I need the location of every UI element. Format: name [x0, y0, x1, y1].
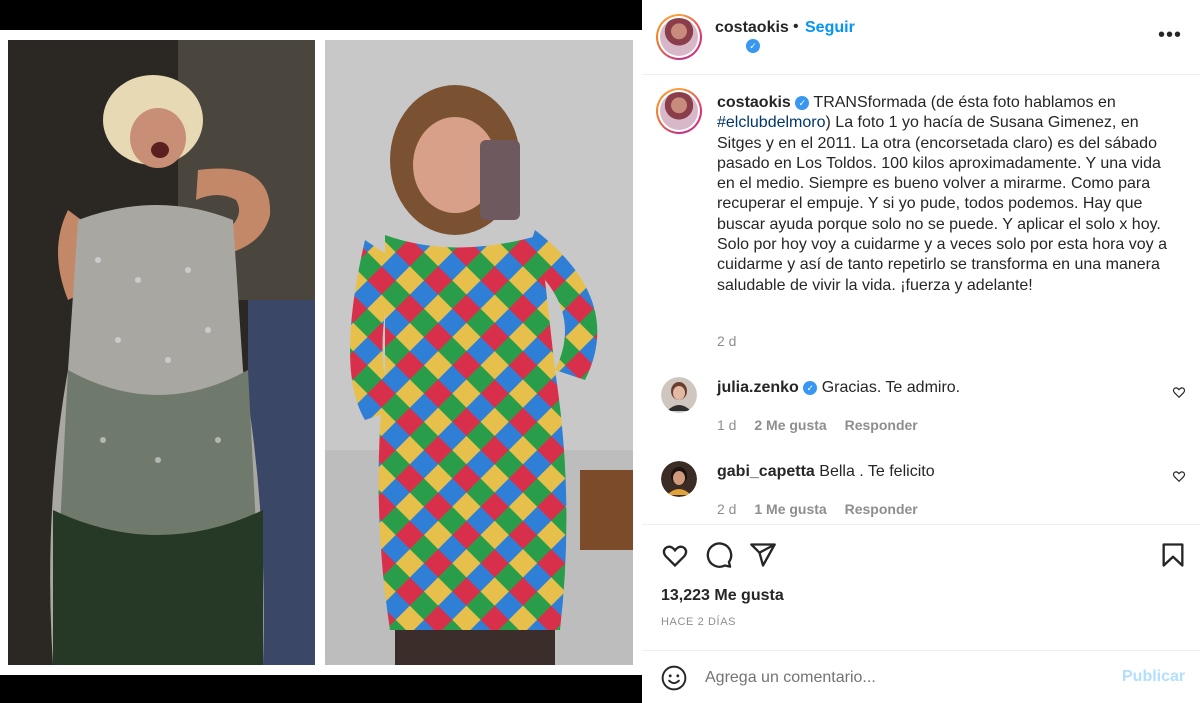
- photo-after-illustration: [325, 40, 633, 665]
- photo-before: [8, 40, 315, 665]
- comment-text: Gracias. Te admiro.: [821, 379, 961, 396]
- verified-icon: ✓: [803, 380, 818, 395]
- commenter-avatar[interactable]: [661, 377, 697, 413]
- add-comment-bar: Publicar: [642, 650, 1200, 703]
- post-media: [0, 0, 642, 703]
- author-username[interactable]: costaokis: [715, 19, 789, 37]
- caption-timestamp[interactable]: 2 d: [717, 333, 736, 349]
- caption-author-avatar[interactable]: [656, 88, 702, 134]
- caption-text: costaokis ✓ TRANSformada (de ésta foto h…: [717, 93, 1167, 296]
- caption-body: La foto 1 yo hacía de Susana Gimenez, en…: [717, 114, 1168, 294]
- comment-line: julia.zenko ✓ Gracias. Te admiro.: [717, 379, 960, 397]
- commenter-avatar[interactable]: [661, 461, 697, 497]
- post-date[interactable]: HACE 2 DÍAS: [661, 616, 736, 628]
- caption-lead: TRANSformada (de ésta foto hablamos en: [813, 94, 1116, 111]
- verified-icon: ✓: [795, 95, 810, 110]
- photo-before-illustration: [8, 40, 315, 665]
- post-actions: 13,223 Me gusta HACE 2 DÍAS: [642, 524, 1200, 654]
- publish-button[interactable]: Publicar: [1122, 668, 1185, 686]
- separator-dot: •: [793, 18, 799, 35]
- comment-icon[interactable]: [705, 541, 733, 569]
- author-avatar[interactable]: [656, 14, 702, 60]
- collage-frame: [0, 30, 642, 675]
- instagram-post-view: costaokis ✓ • Seguir ••• costaokis ✓ TRA…: [0, 0, 1200, 703]
- comment-meta: 1 d 2 Me gusta Responder: [717, 417, 932, 433]
- comment-text: Bella . Te felicito: [819, 463, 935, 480]
- heart-icon[interactable]: [1172, 469, 1186, 483]
- post-header: costaokis ✓ • Seguir •••: [642, 0, 1200, 75]
- comment-item: julia.zenko ✓ Gracias. Te admiro. 1 d 2 …: [642, 377, 1200, 457]
- like-heart-icon[interactable]: [661, 541, 689, 569]
- verified-icon: ✓: [746, 39, 760, 53]
- share-icon[interactable]: [749, 541, 777, 569]
- more-options-icon[interactable]: •••: [1158, 24, 1182, 47]
- comment-line: gabi_capetta Bella . Te felicito: [717, 463, 935, 481]
- reply-button[interactable]: Responder: [845, 501, 918, 517]
- caption-close-paren: ): [825, 114, 831, 132]
- heart-icon[interactable]: [1172, 385, 1186, 399]
- bookmark-icon[interactable]: [1159, 541, 1187, 569]
- post-details-panel: costaokis ✓ • Seguir ••• costaokis ✓ TRA…: [642, 0, 1200, 703]
- caption-username[interactable]: costaokis: [717, 94, 791, 111]
- comment-time[interactable]: 1 d: [717, 417, 736, 433]
- comment-username[interactable]: gabi_capetta: [717, 463, 815, 480]
- emoji-icon[interactable]: [661, 665, 687, 691]
- follow-button[interactable]: Seguir: [805, 19, 855, 37]
- comment-meta: 2 d 1 Me gusta Responder: [717, 501, 932, 517]
- comment-time[interactable]: 2 d: [717, 501, 736, 517]
- hashtag-link[interactable]: #elclubdelmoro: [717, 114, 826, 131]
- comment-likes[interactable]: 1 Me gusta: [754, 501, 826, 517]
- comment-username[interactable]: julia.zenko: [717, 379, 799, 396]
- photo-after: [325, 40, 633, 665]
- comment-input[interactable]: [705, 666, 1105, 690]
- likes-count[interactable]: 13,223 Me gusta: [661, 587, 784, 605]
- comment-likes[interactable]: 2 Me gusta: [754, 417, 826, 433]
- reply-button[interactable]: Responder: [845, 417, 918, 433]
